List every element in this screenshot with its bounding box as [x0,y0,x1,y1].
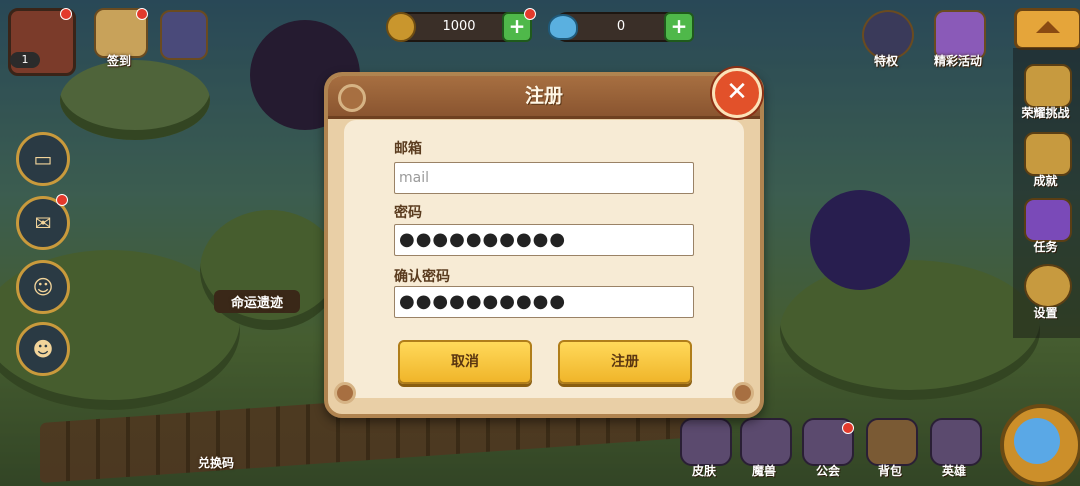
gold-amount: 1000 [442,19,476,34]
avatar-notification-dot [60,8,72,20]
email-label: 邮箱 [394,141,422,157]
checkin-notification-dot [136,8,148,20]
gear-icon[interactable] [1024,264,1072,308]
swirl-ornament-icon [338,84,366,112]
redeem-code-label[interactable]: 兑换码 [186,454,246,471]
gem-icon [548,14,578,40]
gold-coin-icon [386,12,416,42]
bottom-bar-label: 背包 [877,464,902,478]
right-menu-label: 设置 [1033,306,1058,320]
backpack-icon[interactable] [866,418,918,466]
friends-icon[interactable]: ☺ [16,260,70,314]
hero-icon[interactable] [930,418,982,466]
right-menu-label: 成就 [1033,174,1058,188]
chat-icon[interactable]: ▭ [16,132,70,186]
dialog-title: 注册 [524,85,563,107]
gold-notification-dot [524,8,536,20]
skin-icon[interactable] [680,418,732,466]
confirm-password-label: 确认密码 [394,269,450,285]
fate-ruins-label[interactable]: 命运遗迹 [214,290,300,313]
avatar-level-badge: 1 [10,52,40,68]
mail-notification-dot [56,194,68,206]
close-icon[interactable]: ✕ [712,68,762,118]
swirl-ornament-icon [334,382,356,404]
scroll-icon[interactable] [1024,198,1072,242]
right-menu-label: 荣耀挑战 [1021,106,1070,120]
bottom-bar-label: 魔兽 [751,464,776,478]
bottom-bar-label: 公会 [815,464,840,478]
guild-notification-dot [842,422,854,434]
trophy-icon[interactable] [1024,64,1072,108]
register-button[interactable]: 注册 [558,340,692,384]
cup-icon[interactable] [1024,132,1072,176]
hero-portrait-icon[interactable] [160,10,208,60]
checkin-label: 签到 [106,54,131,68]
cancel-button[interactable]: 取消 [398,340,532,384]
privilege-label: 特权 [873,54,898,68]
swirl-ornament-icon [732,382,754,404]
register-dialog: 注册 邮箱 密码 ●●●●●●●●●● 确认密码 ●●●●●●●●●● 取消 注… [324,72,764,418]
bottom-bar-label: 英雄 [941,464,966,478]
password-field[interactable]: ●●●●●●●●●● [394,224,694,256]
events-label: 精彩活动 [933,54,982,68]
add-gem-button[interactable]: + [664,12,694,42]
bottom-bar-label: 皮肤 [691,464,716,478]
beast-icon[interactable] [740,418,792,466]
email-field[interactable] [394,162,694,194]
right-menu-label: 任务 [1033,240,1058,254]
password-label: 密码 [394,205,422,221]
battle-slime-icon [1014,418,1060,464]
gem-amount: 0 [616,19,626,34]
collapse-menu-button[interactable] [1014,8,1080,50]
confirm-password-field[interactable]: ●●●●●●●●●● [394,286,694,318]
emote-icon[interactable]: ☻ [16,322,70,376]
